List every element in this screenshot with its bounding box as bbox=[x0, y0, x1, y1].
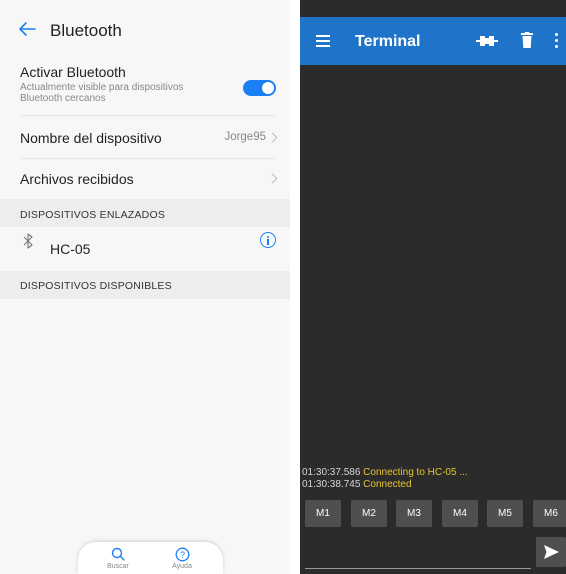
svg-text:?: ? bbox=[180, 550, 185, 560]
macro-button-m4[interactable]: M4 bbox=[442, 500, 478, 527]
macro-button-m5[interactable]: M5 bbox=[487, 500, 523, 527]
help-icon: ? bbox=[175, 547, 190, 562]
chevron-right-icon bbox=[267, 173, 278, 184]
macro-button-m2[interactable]: M2 bbox=[351, 500, 387, 527]
activate-bluetooth-label: Activar Bluetooth bbox=[20, 64, 126, 80]
send-button[interactable] bbox=[536, 537, 566, 567]
bottom-navigation: Buscar ? Ayuda bbox=[78, 542, 223, 574]
log-timestamp: 01:30:37.586 bbox=[302, 467, 361, 478]
bluetooth-settings-screen: Bluetooth Activar Bluetooth Actualmente … bbox=[0, 0, 290, 574]
terminal-toolbar: Terminal bbox=[300, 17, 566, 65]
back-arrow-icon[interactable] bbox=[18, 21, 36, 37]
bluetooth-icon bbox=[23, 233, 33, 249]
macro-button-m3[interactable]: M3 bbox=[396, 500, 432, 527]
terminal-title: Terminal bbox=[355, 33, 421, 50]
log-timestamp: 01:30:38.745 bbox=[302, 479, 361, 490]
toggle-knob bbox=[262, 82, 274, 94]
available-devices-header: DISPOSITIVOS DISPONIBLES bbox=[0, 271, 290, 299]
log-line: 01:30:37.586 Connecting to HC-05 ... bbox=[302, 467, 468, 478]
paired-device-name: HC-05 bbox=[50, 241, 91, 257]
terminal-screen: Terminal 01:30:37.586 Connecting to HC-0… bbox=[300, 0, 566, 574]
paired-devices-header: DISPOSITIVOS ENLAZADOS bbox=[0, 199, 290, 227]
received-files-label: Archivos recibidos bbox=[20, 171, 134, 187]
search-icon bbox=[111, 547, 125, 561]
macro-button-m6[interactable]: M6 bbox=[533, 500, 566, 527]
available-devices-header-text: DISPOSITIVOS DISPONIBLES bbox=[20, 280, 172, 292]
paired-device-row[interactable]: HC-05 bbox=[0, 227, 290, 271]
device-name-label: Nombre del dispositivo bbox=[20, 130, 162, 146]
device-name-row[interactable]: Nombre del dispositivo Jorge95 bbox=[0, 116, 290, 158]
received-files-row[interactable]: Archivos recibidos bbox=[0, 159, 290, 199]
paired-devices-header-text: DISPOSITIVOS ENLAZADOS bbox=[20, 209, 166, 221]
log-line: 01:30:38.745 Connected bbox=[302, 479, 412, 490]
connect-icon[interactable] bbox=[476, 33, 498, 49]
macro-button-m1[interactable]: M1 bbox=[305, 500, 341, 527]
visibility-description-line2: Bluetooth cercanos bbox=[20, 93, 106, 104]
send-icon bbox=[544, 545, 559, 559]
trash-icon[interactable] bbox=[521, 32, 533, 48]
device-name-value: Jorge95 bbox=[224, 131, 266, 143]
message-input[interactable] bbox=[305, 568, 531, 569]
search-nav-button[interactable]: Buscar bbox=[98, 546, 138, 574]
search-nav-label: Buscar bbox=[107, 563, 129, 570]
help-nav-button[interactable]: ? Ayuda bbox=[162, 546, 202, 574]
device-info-icon[interactable] bbox=[260, 232, 276, 248]
bluetooth-header: Bluetooth bbox=[0, 0, 290, 56]
menu-icon[interactable] bbox=[316, 35, 330, 47]
bluetooth-toggle[interactable] bbox=[243, 80, 276, 96]
log-message: Connected bbox=[363, 479, 412, 490]
log-message: Connecting to HC-05 ... bbox=[363, 467, 468, 478]
overflow-menu-icon[interactable] bbox=[555, 33, 559, 49]
help-nav-label: Ayuda bbox=[172, 563, 192, 570]
page-title: Bluetooth bbox=[50, 21, 122, 40]
chevron-right-icon bbox=[267, 132, 278, 143]
